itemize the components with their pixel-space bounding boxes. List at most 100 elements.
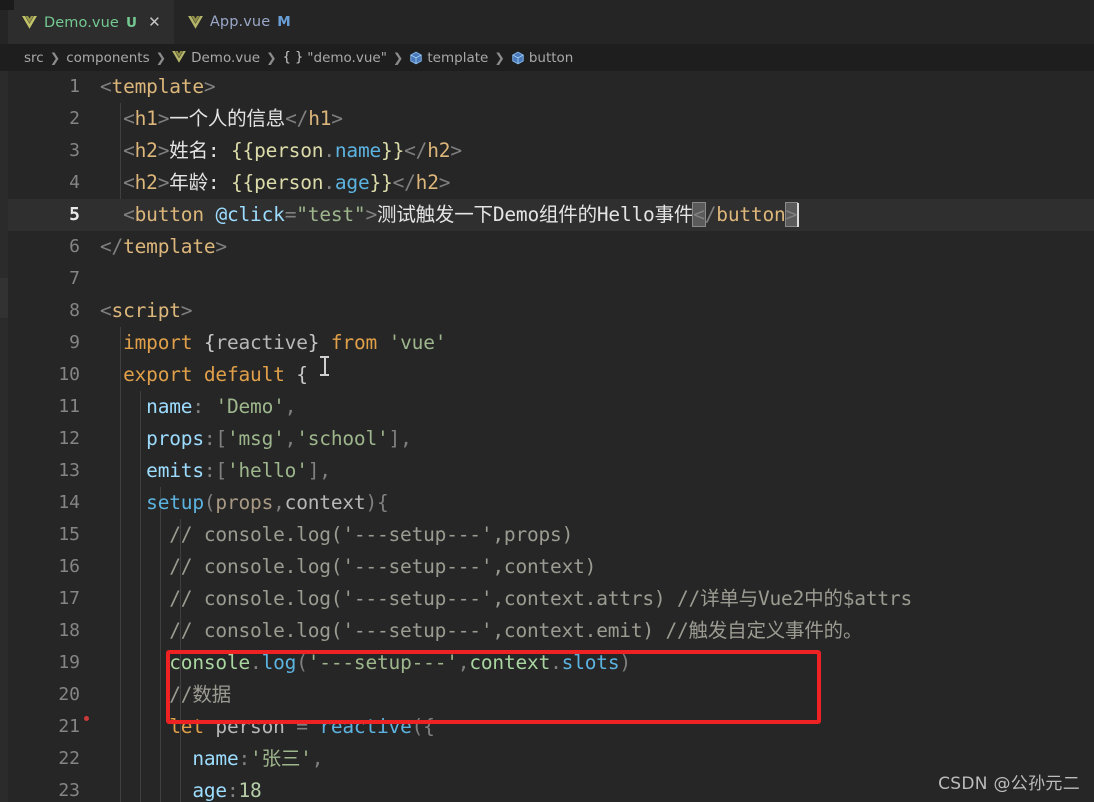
code-line[interactable]: 12 props:['msg','school'], — [8, 423, 1094, 455]
breadcrumb-label: src — [24, 49, 44, 66]
text-caret — [797, 202, 800, 227]
line-content: setup(props,context){ — [146, 491, 389, 514]
vscode-window: Demo.vue U ✕ App.vue M src ❯ components … — [0, 0, 1094, 802]
code-line[interactable]: 22 name:'张三', — [8, 743, 1094, 775]
breadcrumb-separator-icon: ❯ — [392, 50, 404, 65]
code-line[interactable]: 10 export default { — [8, 359, 1094, 391]
line-number: 20 — [58, 684, 80, 705]
line-content: <template> — [100, 75, 216, 98]
line-number: 10 — [58, 364, 80, 385]
line-number: 4 — [69, 172, 80, 193]
line-content: // console.log('---setup---',context.emi… — [100, 619, 863, 642]
breadcrumb-item-demo-vue[interactable]: Demo.vue — [172, 50, 260, 66]
line-content: emits:['hello'], — [146, 459, 331, 482]
breadcrumb-item-src[interactable]: src — [24, 50, 44, 66]
line-content: props:['msg','school'], — [146, 427, 412, 450]
code-editor[interactable]: 1 <template> 2 <h1>一个人的信息</h1> 3 <h2>姓名:… — [8, 71, 1094, 802]
vue-file-icon — [187, 15, 203, 29]
code-line[interactable]: 3 <h2>姓名: {{person.name}}</h2> — [8, 135, 1094, 167]
code-line[interactable]: 14 setup(props,context){ — [8, 487, 1094, 519]
code-line-active[interactable]: 5 <button @click="test">测试触发一下Demo组件的Hel… — [8, 199, 1094, 231]
code-line[interactable]: 19 console.log('---setup---',context.slo… — [8, 647, 1094, 679]
line-number: 6 — [69, 236, 80, 257]
code-line[interactable]: 20 //数据 — [8, 679, 1094, 711]
breadcrumb-label: components — [66, 49, 150, 66]
breadcrumb-separator-icon: ❯ — [266, 50, 277, 65]
line-number: 16 — [58, 556, 80, 577]
line-number: 7 — [69, 268, 80, 289]
tab-git-status: U — [125, 14, 137, 31]
code-line[interactable]: 6 </template> — [8, 231, 1094, 263]
line-number: 5 — [69, 204, 80, 225]
line-content: <script> — [100, 299, 193, 322]
breadcrumb-label: "demo.vue" — [307, 49, 387, 66]
code-line[interactable]: 21 let person = reactive({ — [8, 711, 1094, 743]
code-line[interactable]: 1 <template> — [8, 71, 1094, 103]
error-marker-dot — [84, 716, 89, 721]
line-number: 14 — [58, 492, 80, 513]
line-number: 13 — [58, 460, 80, 481]
line-number: 2 — [69, 108, 80, 129]
line-content: // console.log('---setup---',props) — [100, 523, 574, 546]
code-line[interactable]: 15 // console.log('---setup---',props) — [8, 519, 1094, 551]
cube-icon — [511, 51, 525, 65]
code-line[interactable]: 2 <h1>一个人的信息</h1> — [8, 103, 1094, 135]
code-line[interactable]: 4 <h2>年龄: {{person.age}}</h2> — [8, 167, 1094, 199]
line-number: 23 — [58, 780, 80, 801]
vue-file-icon — [172, 51, 187, 64]
code-line[interactable]: 9 import {reactive} from 'vue' — [8, 327, 1094, 359]
line-content: console.log('---setup---',context.slots) — [169, 651, 631, 674]
code-line[interactable]: 17 // console.log('---setup---',context.… — [8, 583, 1094, 615]
breadcrumb-label: Demo.vue — [191, 49, 261, 66]
code-line[interactable]: 8 <script> — [8, 295, 1094, 327]
code-line[interactable]: 7 — [8, 263, 1094, 295]
scroll-indicator — [0, 278, 8, 318]
tab-app-vue[interactable]: App.vue M — [173, 0, 303, 44]
line-content: export default { — [123, 363, 308, 386]
breadcrumb-item-demo-vue-symbol[interactable]: { } "demo.vue" — [283, 50, 387, 66]
line-number: 17 — [58, 588, 80, 609]
line-number: 15 — [58, 524, 80, 545]
line-content: // console.log('---setup---',context.att… — [100, 587, 912, 610]
line-content: name: 'Demo', — [146, 395, 297, 418]
line-number: 11 — [58, 396, 80, 417]
line-number: 22 — [58, 748, 80, 769]
breadcrumb-label: button — [528, 49, 574, 66]
tab-git-status: M — [277, 14, 291, 30]
line-content: <button @click="test">测试触发一下Demo组件的Hello… — [123, 202, 800, 227]
code-line[interactable]: 16 // console.log('---setup---',context) — [8, 551, 1094, 583]
line-number: 8 — [69, 300, 80, 321]
line-content: <h2>年龄: {{person.age}}</h2> — [123, 171, 451, 194]
close-icon[interactable]: ✕ — [147, 15, 162, 30]
line-number: 19 — [58, 652, 80, 673]
activity-bar-edge — [0, 0, 8, 802]
code-line[interactable]: 11 name: 'Demo', — [8, 391, 1094, 423]
breadcrumb: src ❯ components ❯ Demo.vue ❯ { } "demo.… — [0, 44, 1094, 71]
line-number: 3 — [69, 140, 80, 161]
code-lines: 1 <template> 2 <h1>一个人的信息</h1> 3 <h2>姓名:… — [8, 71, 1094, 802]
line-number: 12 — [58, 428, 80, 449]
breadcrumb-separator-icon: ❯ — [494, 50, 505, 65]
tab-demo-vue[interactable]: Demo.vue U ✕ — [8, 0, 174, 44]
line-number: 1 — [69, 76, 80, 97]
breadcrumb-item-components[interactable]: components — [66, 50, 149, 66]
line-content: <h2>姓名: {{person.name}}</h2> — [123, 139, 462, 162]
tab-label: App.vue — [209, 14, 271, 30]
line-content: //数据 — [100, 683, 231, 706]
code-line[interactable]: 13 emits:['hello'], — [8, 455, 1094, 487]
line-number: 18 — [58, 620, 80, 641]
vue-file-icon — [22, 16, 37, 29]
line-content: let person = reactive({ — [169, 715, 435, 738]
line-content: </template> — [100, 235, 227, 258]
breadcrumb-item-template[interactable]: template — [409, 50, 488, 66]
tab-label: Demo.vue — [44, 14, 119, 31]
breadcrumb-separator-icon: ❯ — [49, 50, 61, 65]
breadcrumb-item-button[interactable]: button — [511, 49, 574, 66]
watermark: CSDN @公孙元二 — [938, 774, 1080, 794]
line-content: <h1>一个人的信息</h1> — [123, 107, 343, 130]
breadcrumb-separator-icon: ❯ — [155, 50, 167, 65]
breadcrumb-label: template — [427, 49, 489, 66]
code-line[interactable]: 18 // console.log('---setup---',context.… — [8, 615, 1094, 647]
code-line[interactable]: 23 age:18 — [8, 775, 1094, 802]
line-number: 9 — [69, 332, 80, 353]
